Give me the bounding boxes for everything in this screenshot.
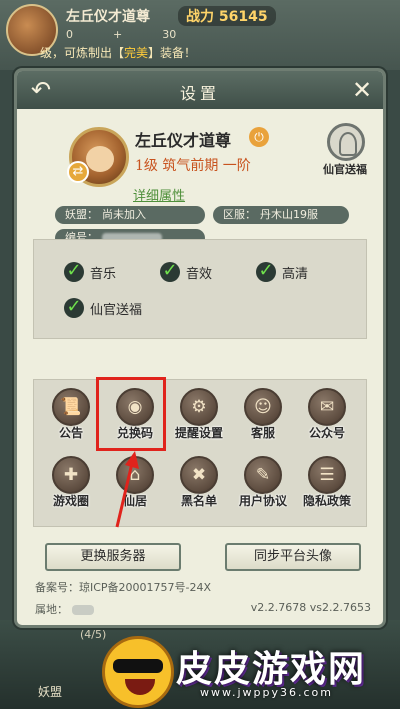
location-label: 属地： [35, 603, 68, 616]
gamepad-glyph: ✚ [63, 465, 79, 485]
user-agreement-label: 用户协议 [238, 494, 287, 508]
sunglasses-shape [113, 659, 163, 673]
server-info: 区服： 丹木山19服 [213, 206, 349, 224]
swap-avatar-icon[interactable]: ⇄ [67, 161, 89, 183]
watermark-text: 皮皮游戏网 [176, 648, 367, 690]
icp-record: 备案号：琼ICP备20001757号-24X [35, 579, 211, 595]
music-label: 音乐 [90, 266, 117, 282]
icp-label: 备案号： [35, 581, 79, 594]
resource-counters: 0 + 30 [66, 28, 176, 41]
privacy-policy-label: 隐私政策 [302, 494, 351, 508]
blessing-label: 仙官送福 [323, 163, 367, 176]
blessing-emblem-icon [327, 123, 365, 161]
reminder-settings-label: 提醒设置 [174, 426, 223, 440]
residence-label: 仙居 [122, 494, 147, 508]
dialog-title: 设置 [179, 84, 220, 103]
profile-level: 1级 筑气前期 一阶 [135, 158, 251, 174]
guild-value: 尚未加入 [102, 208, 146, 221]
power-label: 战力 [186, 9, 214, 25]
customer-service-label: 客服 [250, 426, 275, 440]
checkmark-icon: ✓ [64, 262, 84, 282]
guild-info: 妖盟： 尚未加入 [55, 206, 205, 224]
avatar-face [86, 146, 114, 172]
checkmark-icon: ✓ [160, 262, 180, 282]
ticker-prefix: 级，可炼制出【 [40, 46, 125, 60]
official-account-button[interactable]: ✉ 公众号 [296, 384, 358, 450]
location-redacted [72, 605, 94, 615]
blacklist-label: 黑名单 [180, 494, 217, 508]
counter-plus[interactable]: + [113, 28, 122, 41]
server-label: 区服： [223, 208, 256, 221]
guild-nav-label[interactable]: 妖盟 [38, 683, 62, 700]
counter-left: 0 [66, 28, 73, 41]
settings-dialog: ↶ 设置 ✕ ⇄ 左丘仪才道尊 ⏻ 1级 筑气前期 一阶 仙官送福 详细属性 妖… [14, 68, 386, 628]
music-toggle[interactable]: ✓ 音乐 [64, 262, 116, 282]
redeem-code-label: 兑换码 [116, 426, 153, 440]
redeem-code-button[interactable]: ◉ 兑换码 [104, 384, 166, 450]
user-agreement-button[interactable]: ✎ 用户协议 [232, 452, 294, 518]
blacklist-button[interactable]: ✖ 黑名单 [168, 452, 230, 518]
close-icon[interactable]: ✕ [347, 75, 377, 105]
blessing-toggle-label: 仙官送福 [90, 302, 143, 318]
sync-avatar-button[interactable]: 同步平台头像 [225, 543, 361, 571]
blessing-toggle[interactable]: ✓ 仙官送福 [64, 298, 142, 318]
hd-label: 高清 [282, 266, 309, 282]
sound-label: 音效 [186, 266, 213, 282]
support-glyph: ☺ [254, 397, 272, 417]
reminder-settings-button[interactable]: ⚙ 提醒设置 [168, 384, 230, 450]
toggle-settings-panel: ✓ 音乐 ✓ 音效 ✓ 高清 ✓ 仙官送福 [33, 239, 367, 339]
icp-value: 琼ICP备20001757号-24X [79, 581, 212, 594]
power-value: 56145 [218, 9, 268, 25]
game-circle-label: 游戏圈 [52, 494, 89, 508]
player-name: 左丘仪才道尊 [66, 9, 150, 25]
profile-name: 左丘仪才道尊 [135, 131, 232, 150]
blacklist-glyph: ✖ [191, 465, 207, 485]
feature-grid-panel: 📜 公告 ◉ 兑换码 ⚙ 提醒设置 ☺ 客服 ✉ 公众号 ✚ 游戏圈 ⌂ 仙居 … [33, 379, 367, 527]
detail-attributes-link[interactable]: 详细属性 [133, 185, 185, 204]
notice-button[interactable]: 📜 公告 [40, 384, 102, 450]
notice-label: 公告 [58, 426, 83, 440]
ticker-suffix: 】装备！ [148, 46, 197, 60]
checkmark-icon: ✓ [256, 262, 276, 282]
sound-toggle[interactable]: ✓ 音效 [160, 262, 212, 282]
ticker-highlight: 完美 [124, 46, 149, 60]
residence-button[interactable]: ⌂ 仙居 [104, 452, 166, 518]
location-info: 属地： [35, 601, 94, 617]
privacy-policy-button[interactable]: ☰ 隐私政策 [296, 452, 358, 518]
hd-toggle[interactable]: ✓ 高清 [256, 262, 308, 282]
logout-power-icon[interactable]: ⏻ [249, 127, 269, 147]
counter-right: 30 [162, 28, 177, 41]
mouth-shape [125, 679, 155, 695]
switch-server-button[interactable]: 更换服务器 [45, 543, 181, 571]
announcement-ticker: 级，可炼制出【完美】装备！ [40, 44, 360, 62]
user-agreement-glyph: ✎ [255, 465, 271, 485]
notice-glyph: 📜 [60, 397, 82, 417]
watermark-url: www.jwppy36.com [200, 686, 333, 699]
blessing-emblem-button[interactable]: 仙官送福 [317, 123, 373, 183]
privacy-policy-glyph: ☰ [319, 465, 335, 485]
official-account-label: 公众号 [308, 426, 345, 440]
progress-counter: (4/5) [80, 628, 107, 641]
residence-glyph: ⌂ [129, 465, 141, 485]
redeem-glyph: ◉ [127, 397, 143, 417]
game-circle-button[interactable]: ✚ 游戏圈 [40, 452, 102, 518]
version-text: v2.2.7678 vs2.2.7653 [250, 601, 371, 614]
power-display: 战力 56145 [178, 6, 276, 26]
checkmark-icon: ✓ [64, 298, 84, 318]
customer-service-button[interactable]: ☺ 客服 [232, 384, 294, 450]
guild-label: 妖盟： [65, 208, 98, 221]
sunglasses-emoji-icon [102, 636, 174, 708]
wechat-glyph: ✉ [319, 397, 335, 417]
reminder-glyph: ⚙ [191, 397, 207, 417]
server-value: 丹木山19服 [260, 208, 318, 221]
